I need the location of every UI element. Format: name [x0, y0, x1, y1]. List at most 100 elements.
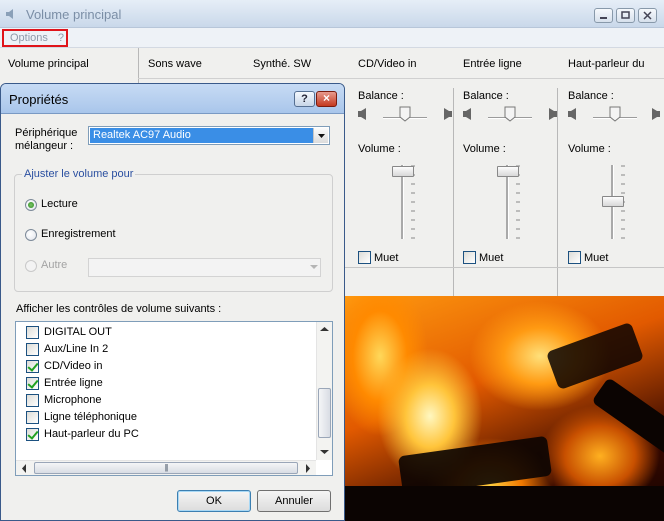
list-item-label: Entrée ligne — [44, 377, 103, 389]
list-item-label: Aux/Line In 2 — [44, 343, 109, 355]
dialog-title-bar[interactable]: Propriétés ? × — [1, 84, 344, 114]
balance-slider[interactable] — [357, 106, 457, 126]
vertical-scroll-thumb[interactable] — [318, 388, 331, 438]
mute-checkbox[interactable] — [568, 251, 581, 264]
list-item-label: Haut-parleur du PC — [44, 428, 139, 440]
options-menu-highlight[interactable]: Options? — [2, 29, 68, 47]
horizontal-scroll-thumb[interactable]: ||| — [34, 462, 298, 474]
list-item-label: DIGITAL OUT — [44, 326, 112, 338]
balance-label: Balance : — [358, 90, 404, 102]
speaker-right-icon — [444, 108, 452, 120]
list-item-label: CD/Video in — [44, 360, 103, 372]
scroll-up-icon[interactable] — [320, 326, 329, 332]
balance-label: Balance : — [568, 90, 614, 102]
mixer-window-title: Volume principal — [26, 7, 122, 22]
list-item-label: Ligne téléphonique — [44, 411, 137, 423]
scroll-right-icon[interactable] — [305, 464, 311, 473]
properties-dialog: Propriétés ? × Périphérique mélangeur : … — [0, 83, 345, 521]
mute-checkbox[interactable] — [358, 251, 371, 264]
list-item-checkbox[interactable] — [26, 411, 39, 424]
volume-slider-thumb[interactable] — [602, 196, 624, 207]
show-controls-label: Afficher les contrôles de volume suivant… — [16, 303, 222, 315]
speaker-left-icon — [358, 108, 366, 120]
radio-enregistrement-label[interactable]: Enregistrement — [41, 228, 116, 240]
column-cd-video: CD/Video in — [358, 58, 417, 70]
speaker-right-icon — [652, 108, 660, 120]
list-item-checkbox[interactable] — [26, 428, 39, 441]
mixer-device-select[interactable]: Realtek AC97 Audio — [88, 126, 330, 145]
mute-label: Muet — [584, 252, 609, 264]
volume-label: Volume : — [463, 143, 506, 155]
list-item[interactable]: Entrée ligne — [26, 375, 306, 392]
dialog-title: Propriétés — [9, 92, 69, 107]
column-entree-ligne: Entrée ligne — [463, 58, 522, 70]
balance-slider[interactable] — [462, 106, 562, 126]
ok-button[interactable]: OK — [177, 490, 251, 512]
volume-slider-thumb[interactable] — [392, 166, 414, 177]
list-item[interactable]: DIGITAL OUT — [26, 324, 306, 341]
list-item-checkbox[interactable] — [26, 360, 39, 373]
balance-thumb[interactable] — [504, 106, 516, 122]
horizontal-scrollbar[interactable]: ||| — [16, 460, 316, 475]
speaker-icon — [6, 9, 13, 19]
device-label-line2: mélangeur : — [15, 140, 74, 152]
radio-autre-label: Autre — [41, 259, 68, 271]
mute-label: Muet — [374, 252, 399, 264]
vertical-scrollbar[interactable] — [316, 322, 332, 460]
minimize-icon — [600, 17, 607, 19]
help-button[interactable]: ? — [294, 91, 315, 107]
column-synthe-sw: Synthé. SW — [253, 58, 312, 70]
close-icon — [643, 11, 652, 20]
radio-lecture[interactable] — [25, 199, 37, 211]
list-item[interactable]: CD/Video in — [26, 358, 306, 375]
speaker-left-icon — [568, 108, 576, 120]
radio-enregistrement[interactable] — [25, 229, 37, 241]
scroll-left-icon[interactable] — [21, 464, 27, 473]
column-volume-principal: Volume principal — [8, 58, 89, 70]
speaker-left-icon — [463, 108, 471, 120]
mixer-title-bar[interactable]: Volume principal — [0, 0, 664, 28]
list-item[interactable]: Aux/Line In 2 — [26, 341, 306, 358]
balance-slider[interactable] — [567, 106, 664, 126]
fire-background-image — [340, 296, 664, 521]
close-dialog-button[interactable]: × — [316, 91, 337, 107]
menu-help[interactable]: ? — [58, 32, 64, 44]
device-label-line1: Périphérique — [15, 127, 78, 139]
balance-thumb[interactable] — [609, 106, 621, 122]
dropdown-button[interactable] — [313, 128, 328, 143]
radio-lecture-label[interactable]: Lecture — [41, 198, 78, 210]
menu-bar: Options? — [0, 28, 664, 48]
list-item-label: Microphone — [44, 394, 102, 406]
device-label: Périphérique mélangeur : — [15, 127, 77, 153]
maximize-button[interactable] — [616, 8, 635, 23]
list-item-checkbox[interactable] — [26, 394, 39, 407]
cancel-button[interactable]: Annuler — [257, 490, 331, 512]
group-title: Ajuster le volume pour — [22, 168, 136, 180]
minimize-button[interactable] — [594, 8, 613, 23]
chevron-down-icon — [318, 134, 325, 138]
mute-label: Muet — [479, 252, 504, 264]
mute-checkbox[interactable] — [463, 251, 476, 264]
mixer-device-value: Realtek AC97 Audio — [90, 128, 313, 143]
menu-options[interactable]: Options — [10, 32, 48, 44]
list-item-checkbox[interactable] — [26, 377, 39, 390]
list-item-checkbox[interactable] — [26, 343, 39, 356]
balance-label: Balance : — [463, 90, 509, 102]
volume-label: Volume : — [358, 143, 401, 155]
volume-label: Volume : — [568, 143, 611, 155]
maximize-icon — [621, 11, 630, 19]
radio-autre — [25, 260, 37, 272]
list-item[interactable]: Ligne téléphonique — [26, 409, 306, 426]
column-sons-wave: Sons wave — [148, 58, 202, 70]
close-window-button[interactable] — [638, 8, 657, 23]
speaker-right-icon — [549, 108, 557, 120]
header-divider — [138, 78, 664, 79]
list-item[interactable]: Microphone — [26, 392, 306, 409]
balance-thumb[interactable] — [399, 106, 411, 122]
list-item-checkbox[interactable] — [26, 326, 39, 339]
scroll-down-icon[interactable] — [320, 449, 329, 455]
bottom-divider — [345, 267, 664, 268]
list-item[interactable]: Haut-parleur du PC — [26, 426, 306, 443]
volume-slider-thumb[interactable] — [497, 166, 519, 177]
controls-list: DIGITAL OUT Aux/Line In 2 CD/Video in En… — [15, 321, 333, 476]
